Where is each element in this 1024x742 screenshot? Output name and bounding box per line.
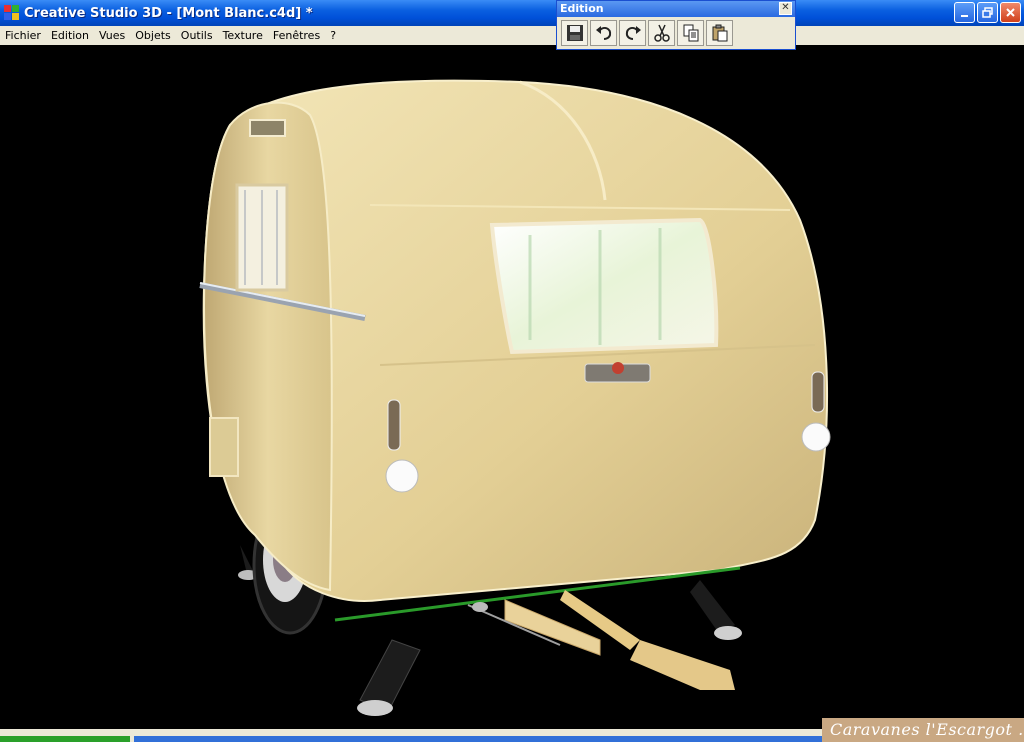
copy-icon [683, 24, 698, 42]
menu-bar: Fichier Edition Vues Objets Outils Textu… [0, 26, 1024, 45]
minimize-button[interactable] [954, 2, 975, 23]
3d-viewport[interactable] [0, 45, 1024, 729]
menu-vues[interactable]: Vues [94, 26, 130, 45]
edition-toolbar[interactable]: Edition ✕ [556, 0, 796, 50]
title-bar: Creative Studio 3D - [Mont Blanc.c4d] * [0, 0, 1024, 26]
cut-icon [653, 24, 670, 42]
tow-hitch [467, 590, 735, 690]
toolbar-title-bar[interactable]: Edition ✕ [557, 1, 795, 17]
menu-fenetres[interactable]: Fenêtres [268, 26, 325, 45]
window-title: Creative Studio 3D - [Mont Blanc.c4d] * [24, 5, 313, 21]
status-strip-left [0, 736, 130, 742]
menu-outils[interactable]: Outils [176, 26, 218, 45]
toolbar-close-button[interactable]: ✕ [779, 2, 792, 15]
menu-help[interactable]: ? [325, 26, 341, 45]
caravan-render [199, 79, 831, 716]
copy-button[interactable] [677, 20, 704, 46]
app-icon[interactable] [4, 5, 20, 21]
save-icon [566, 25, 583, 41]
status-strip-right [134, 736, 824, 742]
undo-button[interactable] [590, 20, 617, 46]
restore-icon [982, 7, 993, 18]
toolbar-title: Edition [560, 2, 604, 15]
caravan-side [203, 101, 333, 592]
restore-button[interactable] [977, 2, 998, 23]
close-button[interactable] [1000, 2, 1021, 23]
minimize-icon [961, 15, 968, 17]
paste-icon [712, 24, 727, 42]
close-icon [1006, 8, 1015, 17]
menu-texture[interactable]: Texture [218, 26, 268, 45]
rear-window [489, 217, 719, 355]
menu-edition[interactable]: Edition [46, 26, 94, 45]
redo-button[interactable] [619, 20, 646, 46]
cut-button[interactable] [648, 20, 675, 46]
menu-objets[interactable]: Objets [130, 26, 176, 45]
save-button[interactable] [561, 20, 588, 46]
watermark-text: Caravanes l'Escargot . [822, 718, 1024, 742]
paste-button[interactable] [706, 20, 733, 46]
redo-icon [625, 26, 641, 40]
menu-fichier[interactable]: Fichier [0, 26, 46, 45]
undo-icon [595, 26, 611, 40]
